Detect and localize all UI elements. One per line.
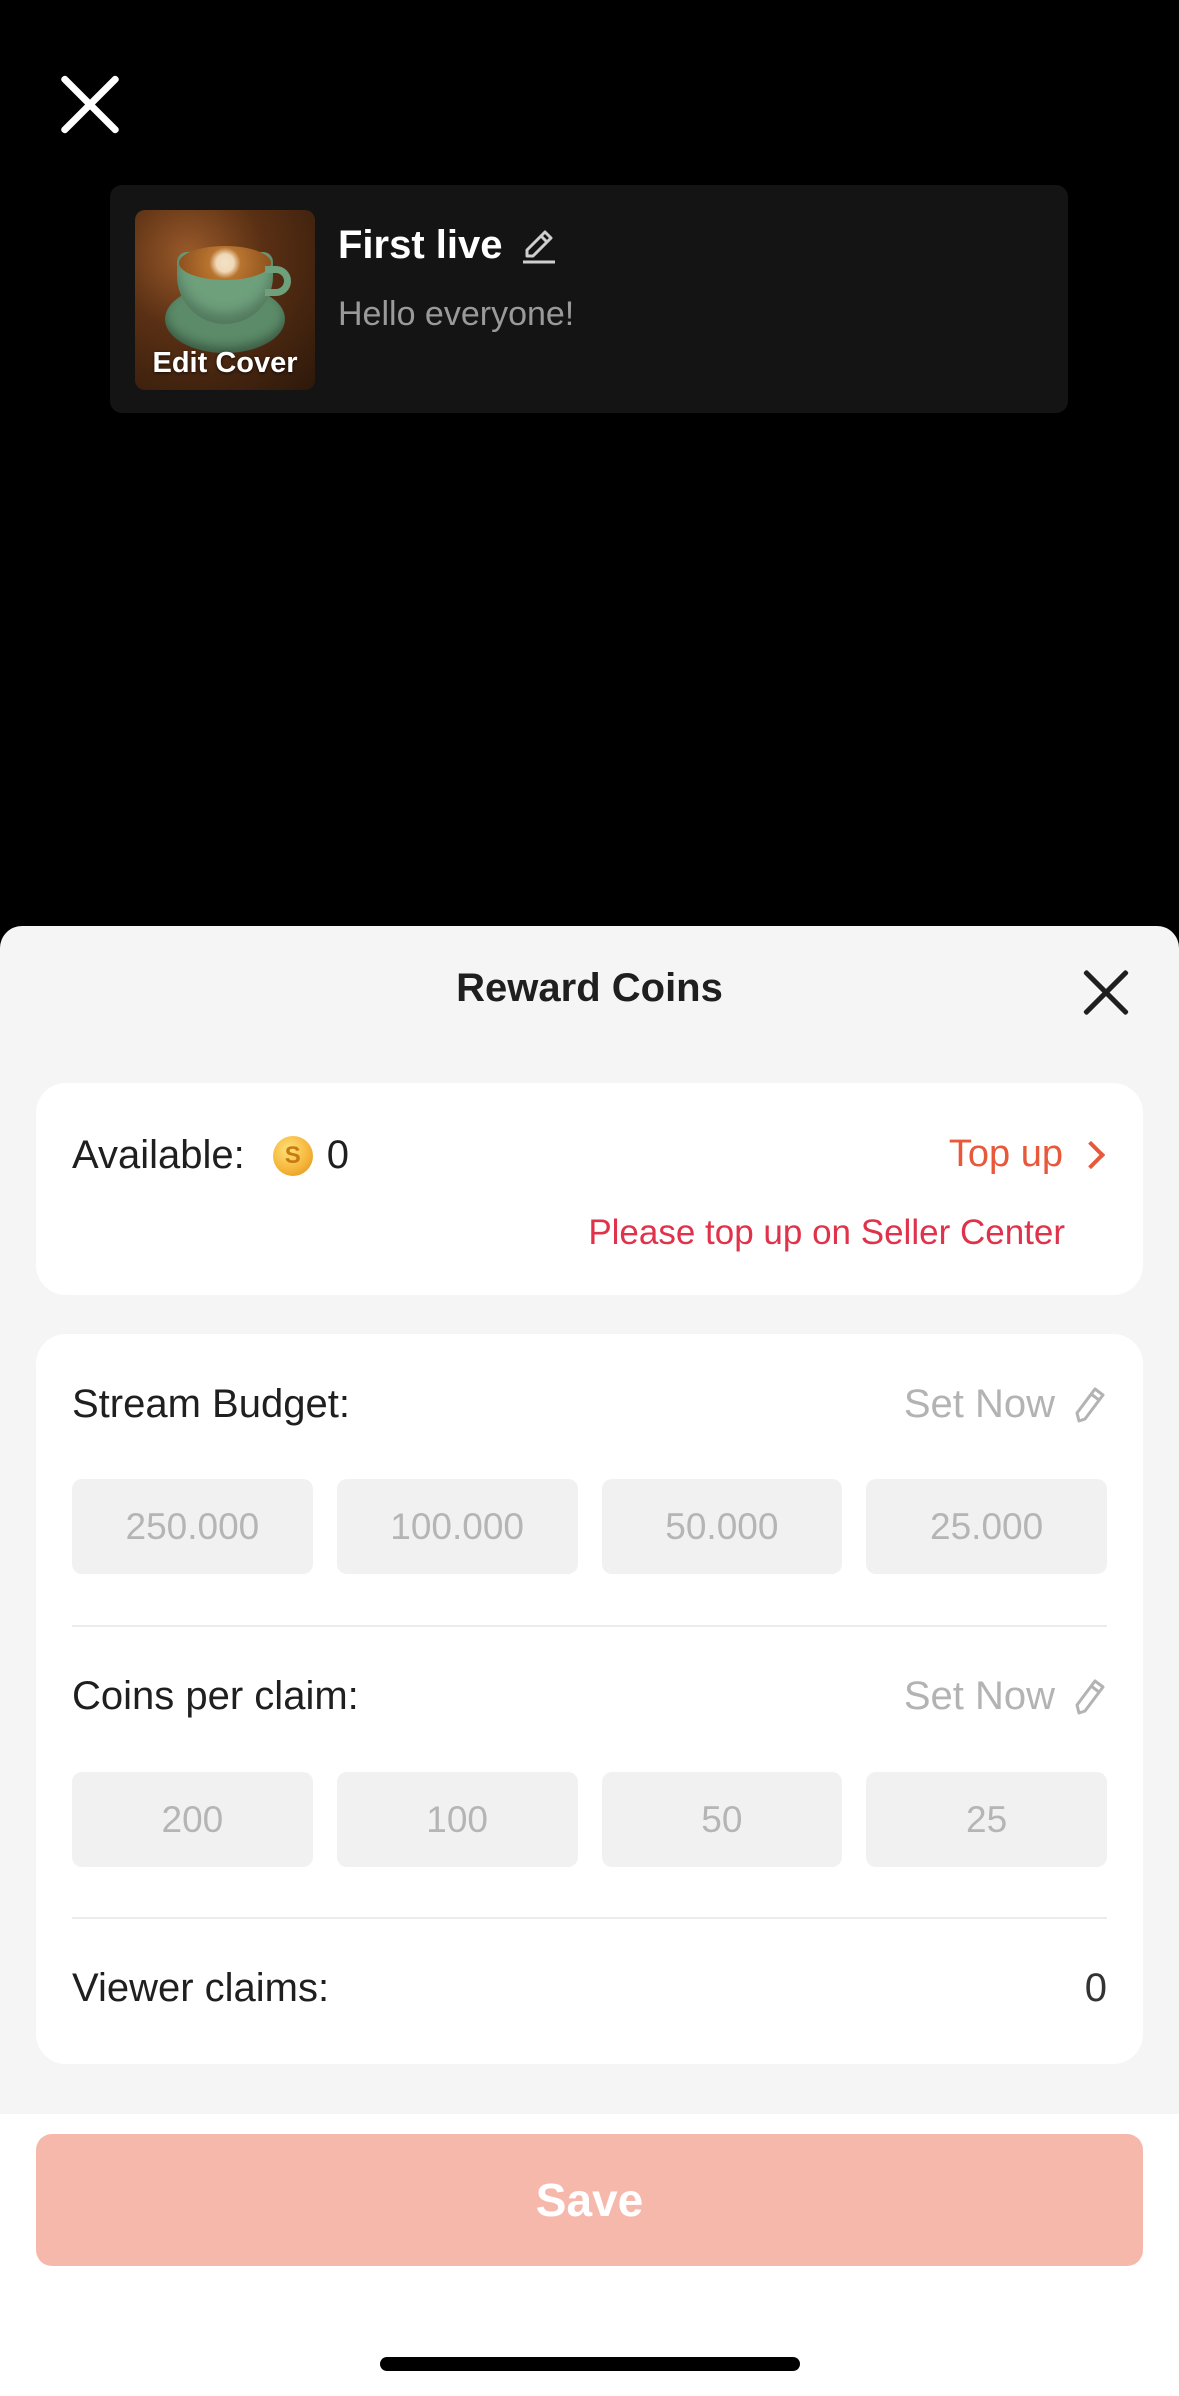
coins-per-claim-label: Coins per claim: <box>72 1674 359 1718</box>
close-icon[interactable] <box>55 70 125 140</box>
available-label: Available: <box>72 1133 245 1177</box>
home-indicator <box>380 2357 800 2371</box>
budget-option[interactable]: 250.000 <box>72 1479 313 1574</box>
sheet-footer: Save <box>0 2114 1179 2396</box>
pencil-icon <box>1075 1679 1105 1714</box>
budget-option[interactable]: 50.000 <box>601 1479 843 1574</box>
cover-image-coffee <box>179 246 271 280</box>
available-balance: Available: 0 <box>72 1133 349 1178</box>
pencil-icon <box>1075 1387 1105 1422</box>
divider <box>72 1917 1107 1919</box>
top-up-button[interactable]: Top up <box>948 1133 1106 1176</box>
top-up-label: Top up <box>948 1133 1063 1175</box>
close-icon[interactable] <box>1083 970 1129 1016</box>
coin-icon <box>272 1135 313 1176</box>
live-title-text: First live <box>338 223 503 267</box>
sheet-title: Reward Coins <box>456 966 723 1010</box>
cover-image-handle <box>265 266 291 296</box>
stream-budget-set-now[interactable]: Set Now <box>904 1382 1107 1427</box>
coins-per-claim-set-now[interactable]: Set Now <box>904 1674 1107 1719</box>
live-info-card: Edit Cover First live Hello everyone! <box>110 185 1068 413</box>
live-subtitle[interactable]: Hello everyone! <box>338 295 574 334</box>
budget-option[interactable]: 25.000 <box>866 1479 1107 1574</box>
stream-budget-label: Stream Budget: <box>72 1382 350 1426</box>
divider <box>72 1625 1107 1627</box>
claim-option[interactable]: 25 <box>866 1772 1107 1867</box>
viewer-claims-label: Viewer claims: <box>72 1966 330 2010</box>
live-title[interactable]: First live <box>338 223 559 268</box>
chevron-right-icon <box>1076 1140 1106 1169</box>
stream-budget-options: 250.000 100.000 50.000 25.000 <box>72 1479 1107 1574</box>
set-now-label: Set Now <box>903 1674 1055 1718</box>
top-up-hint: Please top up on Seller Center <box>588 1213 1065 1252</box>
balance-card: Available: 0 Top up Please top up on Sel… <box>36 1083 1143 1295</box>
viewer-claims-value: 0 <box>1084 1966 1107 2010</box>
save-button[interactable]: Save <box>36 2134 1143 2266</box>
set-now-label: Set Now <box>903 1382 1055 1426</box>
edit-cover-label: Edit Cover <box>152 347 298 379</box>
claim-option[interactable]: 100 <box>336 1772 578 1867</box>
edit-pencil-icon[interactable] <box>519 226 559 266</box>
coins-per-claim-options: 200 100 50 25 <box>72 1772 1107 1867</box>
claim-option[interactable]: 50 <box>601 1772 843 1867</box>
edit-cover-button[interactable]: Edit Cover <box>135 210 315 390</box>
claim-option[interactable]: 200 <box>72 1772 313 1867</box>
reward-coins-sheet: Reward Coins Available: 0 Top up Please … <box>0 926 1179 2396</box>
available-value: 0 <box>326 1133 349 1177</box>
budget-option[interactable]: 100.000 <box>336 1479 578 1574</box>
settings-card: Stream Budget: Set Now 250.000 100.000 5… <box>36 1334 1143 2064</box>
